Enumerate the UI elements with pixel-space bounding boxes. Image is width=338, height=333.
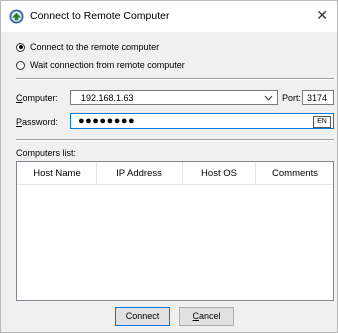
dialog-window: Connect to Remote Computer ✕ Connect to … xyxy=(0,0,338,333)
separator-top xyxy=(16,78,334,80)
password-masked-value[interactable]: ●●●●●●●● xyxy=(78,115,135,127)
cancel-button-rest: ancel xyxy=(198,311,221,321)
computer-label: Computer: xyxy=(16,93,58,103)
language-indicator: EN xyxy=(313,116,331,128)
port-input[interactable]: 3174 xyxy=(302,90,334,105)
window-title: Connect to Remote Computer xyxy=(30,10,170,22)
column-comments[interactable]: Comments xyxy=(258,168,332,179)
password-label: Password: xyxy=(16,117,58,127)
separator-middle xyxy=(16,139,334,141)
title-bar: Connect to Remote Computer ✕ xyxy=(1,1,337,32)
column-divider[interactable] xyxy=(255,162,256,184)
list-header: Host Name IP Address Host OS Comments xyxy=(17,162,333,185)
port-label-rest: ort: xyxy=(288,93,302,103)
column-host-name[interactable]: Host Name xyxy=(22,168,92,179)
radio-wait-row[interactable]: Wait connection from remote computer xyxy=(16,58,185,72)
column-divider[interactable] xyxy=(96,162,97,184)
password-label-rest: assword: xyxy=(22,117,59,127)
chevron-down-icon[interactable] xyxy=(264,91,273,107)
radio-wait[interactable] xyxy=(16,60,25,70)
radio-wait-label[interactable]: Wait connection from remote computer xyxy=(30,60,185,70)
computer-combobox[interactable]: 192.168.1.63 xyxy=(70,90,278,105)
cancel-button[interactable]: Cancel xyxy=(179,307,234,326)
app-icon xyxy=(9,9,24,24)
column-ip-address[interactable]: IP Address xyxy=(99,168,179,179)
column-host-os[interactable]: Host OS xyxy=(185,168,253,179)
column-divider[interactable] xyxy=(182,162,183,184)
port-label: Port: xyxy=(282,93,301,103)
computers-list[interactable]: Host Name IP Address Host OS Comments xyxy=(16,161,334,301)
computer-label-rest: omputer: xyxy=(22,93,59,103)
connect-button[interactable]: Connect xyxy=(115,307,170,326)
radio-connect-label[interactable]: Connect to the remote computer xyxy=(30,42,159,52)
radio-connect[interactable] xyxy=(16,42,25,52)
computer-value[interactable]: 192.168.1.63 xyxy=(81,93,134,103)
password-input[interactable]: ●●●●●●●● EN xyxy=(70,113,334,129)
computers-list-label: Computers list: xyxy=(16,148,77,158)
close-icon[interactable]: ✕ xyxy=(316,7,328,23)
radio-connect-row[interactable]: Connect to the remote computer xyxy=(16,40,159,54)
